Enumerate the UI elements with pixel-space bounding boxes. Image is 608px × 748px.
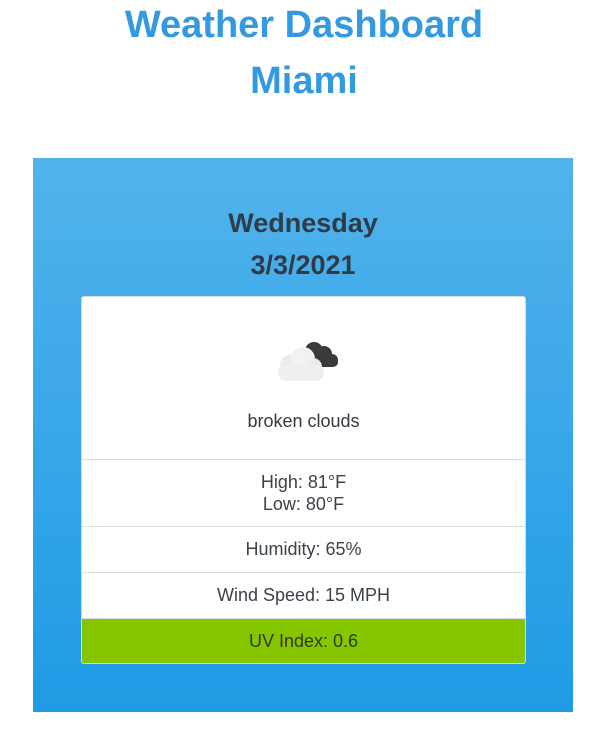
day-label: Wednesday	[228, 208, 378, 238]
uv-index-row: UV Index: 0.6	[82, 619, 525, 663]
low-temp: Low: 80°F	[262, 494, 345, 514]
wind-speed-row: Wind Speed: 15 MPH	[82, 573, 525, 619]
conditions-section: broken clouds	[82, 297, 525, 460]
high-temp: High: 81°F	[260, 472, 347, 492]
broken-clouds-icon	[268, 335, 342, 385]
weather-panel: Wednesday 3/3/2021 broken clouds High: 8…	[33, 158, 573, 712]
forecast-card: broken clouds High: 81°F Low: 80°F Humid…	[81, 296, 526, 664]
weather-description: broken clouds	[247, 411, 360, 431]
dashboard-title: Weather Dashboard	[124, 4, 484, 46]
date-label: 3/3/2021	[250, 250, 356, 280]
temperature-row: High: 81°F Low: 80°F	[82, 460, 525, 527]
city-name: Miami	[250, 60, 358, 102]
humidity-row: Humidity: 65%	[82, 527, 525, 573]
